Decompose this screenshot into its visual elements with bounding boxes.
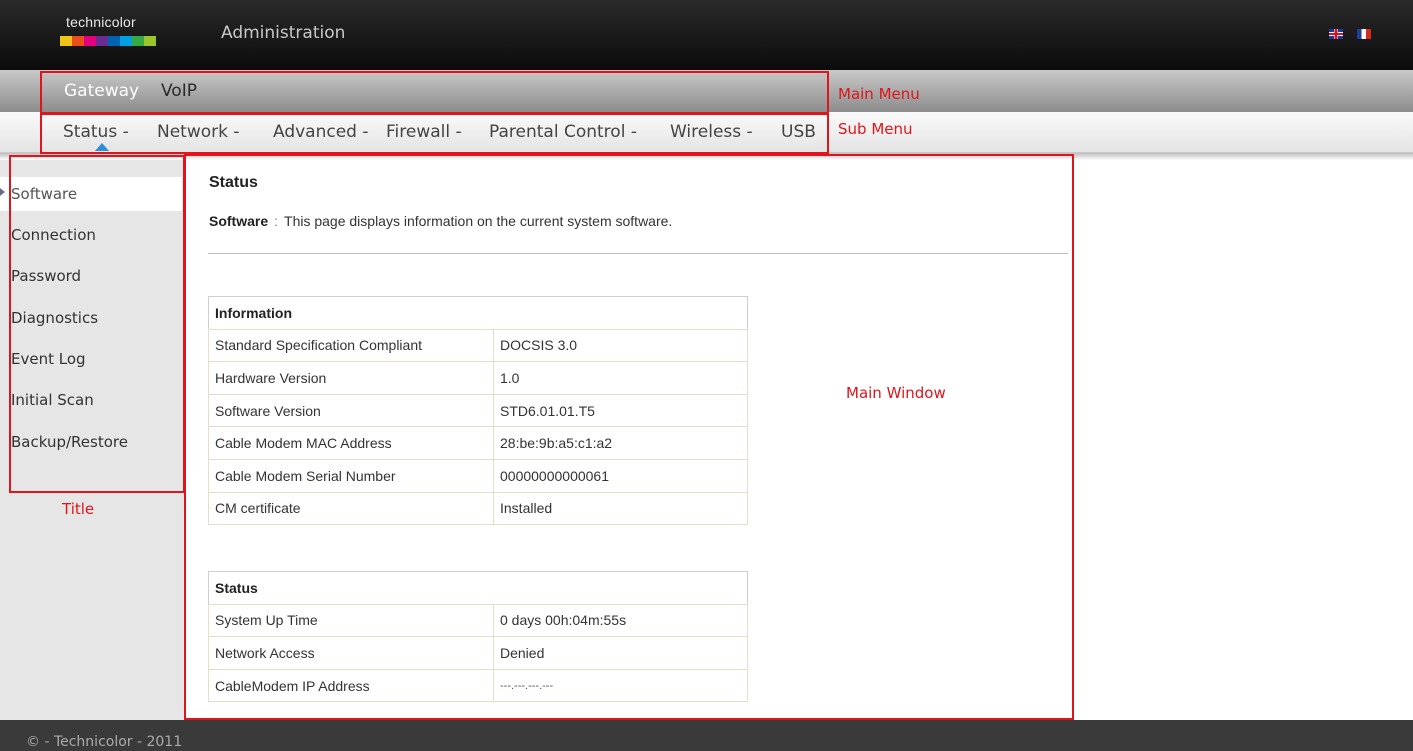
annotation-sub-menu-label: Sub Menu [838, 120, 913, 138]
active-item-marker-icon [0, 188, 5, 196]
language-selector [1329, 29, 1371, 39]
top-header: technicolor Administration [0, 0, 1413, 70]
annotation-main-menu-box [40, 71, 829, 114]
uk-flag-icon[interactable] [1329, 29, 1343, 39]
annotation-main-window-label: Main Window [846, 384, 946, 402]
footer [0, 720, 1413, 751]
annotation-title-box [9, 155, 185, 493]
logo-color-bar [60, 36, 156, 46]
logo-text: technicolor [66, 14, 136, 30]
annotation-main-window-box [184, 154, 1074, 720]
annotation-title-label: Title [62, 500, 95, 518]
annotation-sub-menu-box [40, 113, 829, 154]
technicolor-logo[interactable]: technicolor [58, 10, 168, 56]
footer-copyright: © - Technicolor - 2011 [26, 734, 183, 750]
page-title: Administration [221, 23, 346, 43]
annotation-main-menu-label: Main Menu [838, 85, 920, 103]
france-flag-icon[interactable] [1357, 29, 1371, 39]
